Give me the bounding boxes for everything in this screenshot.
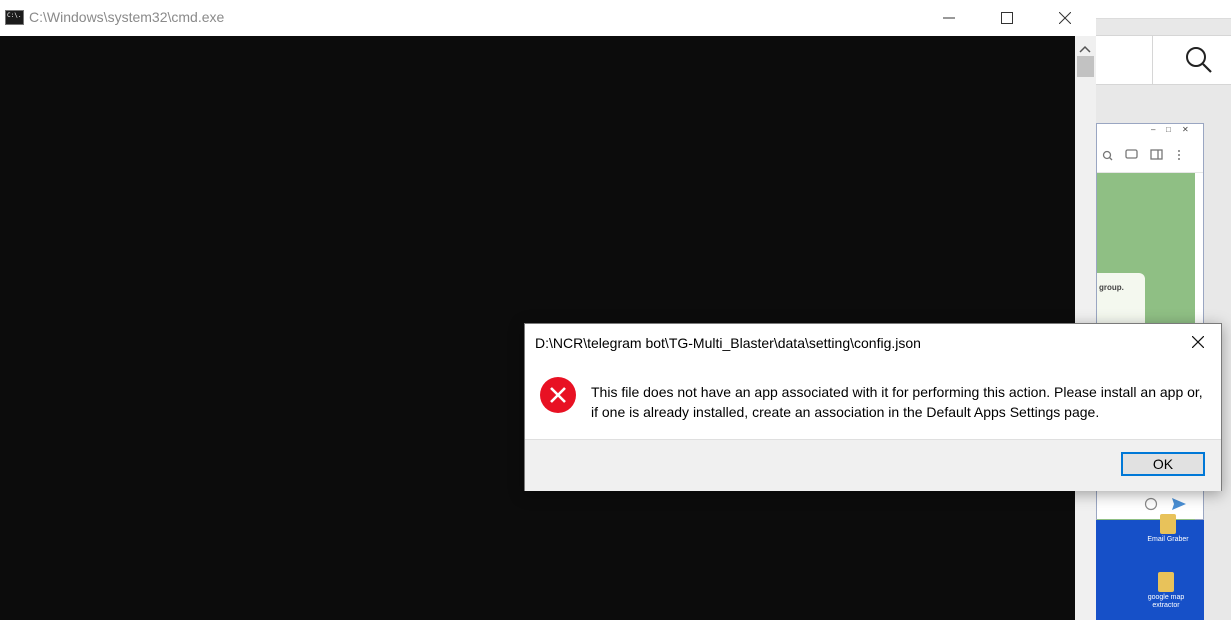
close-icon: ✕ xyxy=(1182,125,1189,134)
thumbnail-titlebar: – □ ✕ xyxy=(1097,124,1203,138)
thumbnail-send-icon xyxy=(1172,498,1186,510)
thumbnail-message-text: group. xyxy=(1099,283,1124,292)
close-button[interactable] xyxy=(1036,0,1094,36)
thumbnail-more-icon xyxy=(1178,150,1180,160)
folder-icon xyxy=(1160,514,1176,534)
error-dialog: D:\NCR\telegram bot\TG-Multi_Blaster\dat… xyxy=(524,323,1222,491)
search-icon[interactable] xyxy=(1181,42,1217,78)
dialog-title: D:\NCR\telegram bot\TG-Multi_Blaster\dat… xyxy=(535,335,921,351)
cmd-window: C:\. C:\Windows\system32\cmd.exe xyxy=(0,0,1096,620)
minimize-icon xyxy=(943,17,955,19)
desktop-icon-label: google map extractor xyxy=(1147,594,1185,609)
dialog-footer: OK xyxy=(525,439,1221,491)
dialog-close-button[interactable] xyxy=(1175,324,1221,360)
cmd-app-icon[interactable]: C:\. xyxy=(5,10,24,25)
thumbnail-chat-icon xyxy=(1125,149,1138,159)
desktop-icon-google-map-extractor[interactable]: google map extractor xyxy=(1136,572,1196,610)
minimize-icon: – xyxy=(1151,125,1156,134)
maximize-icon xyxy=(1001,12,1013,24)
scrollbar-thumb[interactable] xyxy=(1077,56,1094,77)
minimize-button[interactable] xyxy=(920,0,978,36)
thumbnail-emoji-icon xyxy=(1144,497,1158,511)
close-icon xyxy=(1192,336,1204,348)
close-icon xyxy=(1059,12,1071,24)
cmd-window-title: C:\Windows\system32\cmd.exe xyxy=(29,9,225,25)
dialog-message: This file does not have an app associate… xyxy=(591,384,1203,420)
error-icon xyxy=(539,376,577,414)
cmd-titlebar[interactable]: C:\. C:\Windows\system32\cmd.exe xyxy=(0,0,1096,36)
folder-icon xyxy=(1158,572,1174,592)
background-search-input[interactable] xyxy=(1096,36,1153,84)
desktop-icon-email-graber[interactable]: Email Graber xyxy=(1138,514,1198,544)
cmd-app-icon-text: C:\. xyxy=(7,12,22,19)
background-window-topbar xyxy=(1096,0,1231,19)
thumbnail-sidebar-icon xyxy=(1150,149,1163,160)
thumbnail-toolbar xyxy=(1097,138,1203,173)
maximize-button[interactable] xyxy=(978,0,1036,36)
background-search-row xyxy=(1096,35,1231,85)
desktop-icon-label: Email Graber xyxy=(1147,536,1189,543)
thumbnail-search-icon xyxy=(1102,150,1113,161)
ok-button[interactable]: OK xyxy=(1121,452,1205,476)
maximize-icon: □ xyxy=(1166,125,1171,134)
